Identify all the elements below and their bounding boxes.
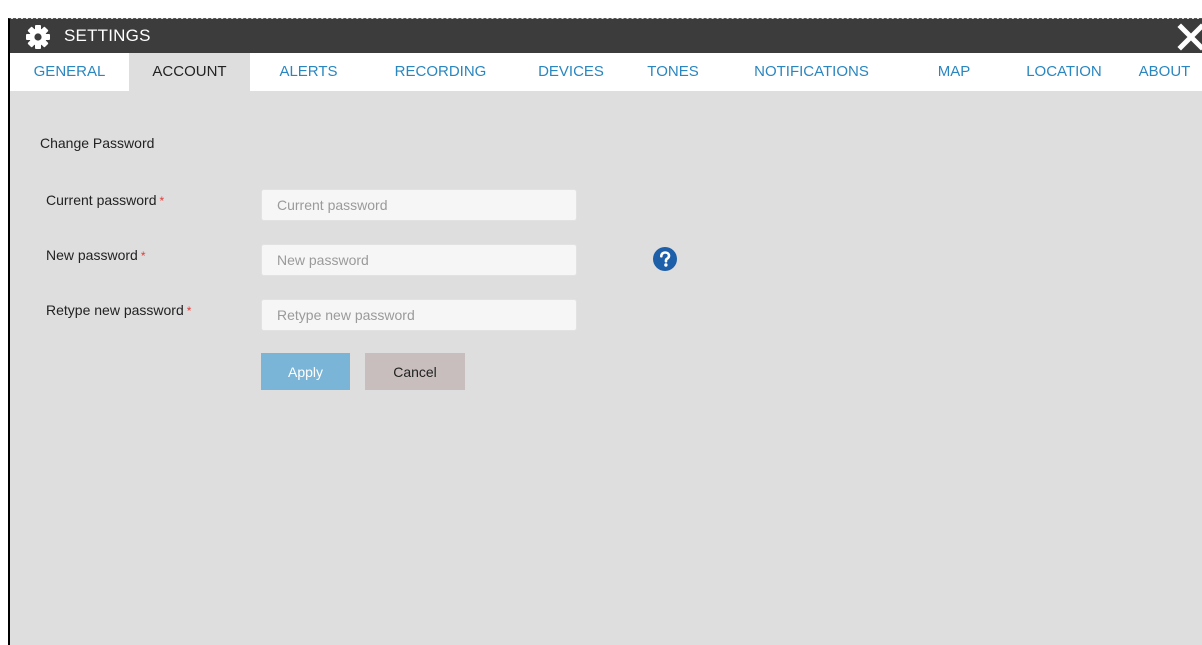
- apply-button[interactable]: Apply: [261, 353, 350, 390]
- account-panel: Change Password Current password * New pa…: [10, 91, 1202, 645]
- new-password-label-text: New password: [46, 247, 138, 263]
- title-bar: SETTINGS: [10, 19, 1202, 53]
- question-circle-icon[interactable]: [653, 247, 677, 271]
- tab-account[interactable]: ACCOUNT: [129, 53, 250, 91]
- required-marker: *: [186, 304, 192, 318]
- tab-general[interactable]: GENERAL: [10, 53, 129, 91]
- settings-window: SETTINGS GENERAL ACCOUNT ALERTS RECORDIN…: [8, 18, 1202, 645]
- required-marker: *: [159, 194, 165, 208]
- new-password-label: New password *: [46, 247, 146, 263]
- tab-notifications[interactable]: NOTIFICATIONS: [718, 53, 905, 91]
- retype-password-label: Retype new password *: [46, 302, 191, 318]
- tab-map[interactable]: MAP: [905, 53, 1003, 91]
- retype-password-label-text: Retype new password: [46, 302, 184, 318]
- tab-devices[interactable]: DEVICES: [514, 53, 628, 91]
- cancel-button[interactable]: Cancel: [365, 353, 465, 390]
- close-icon[interactable]: [1176, 22, 1202, 52]
- required-marker: *: [140, 249, 146, 263]
- retype-password-input[interactable]: [261, 299, 577, 331]
- current-password-label-text: Current password: [46, 192, 157, 208]
- tab-about[interactable]: ABOUT: [1125, 53, 1202, 91]
- tab-alerts[interactable]: ALERTS: [250, 53, 367, 91]
- section-title: Change Password: [40, 135, 155, 151]
- gear-icon: [26, 25, 50, 49]
- current-password-label: Current password *: [46, 192, 164, 208]
- window-title: SETTINGS: [64, 26, 151, 45]
- new-password-input[interactable]: [261, 244, 577, 276]
- tab-bar: GENERAL ACCOUNT ALERTS RECORDING DEVICES…: [10, 53, 1202, 91]
- tab-recording[interactable]: RECORDING: [367, 53, 514, 91]
- tab-location[interactable]: LOCATION: [1003, 53, 1125, 91]
- tab-tones[interactable]: TONES: [628, 53, 718, 91]
- current-password-input[interactable]: [261, 189, 577, 221]
